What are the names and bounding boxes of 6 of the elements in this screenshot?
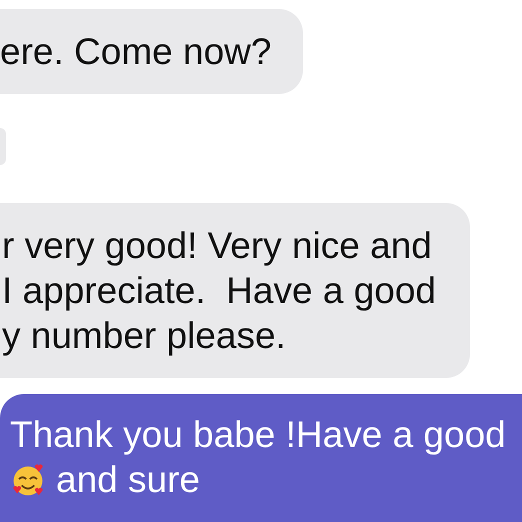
message-text: ere. Come now? xyxy=(0,30,272,74)
message-text: and sure xyxy=(56,458,200,502)
message-text: I appreciate. Have a good xyxy=(2,269,436,313)
message-text: Thank you babe !Have a good xyxy=(10,413,506,457)
message-text: y number please. xyxy=(2,314,286,358)
message-text: r very good! Very nice and xyxy=(2,224,432,268)
